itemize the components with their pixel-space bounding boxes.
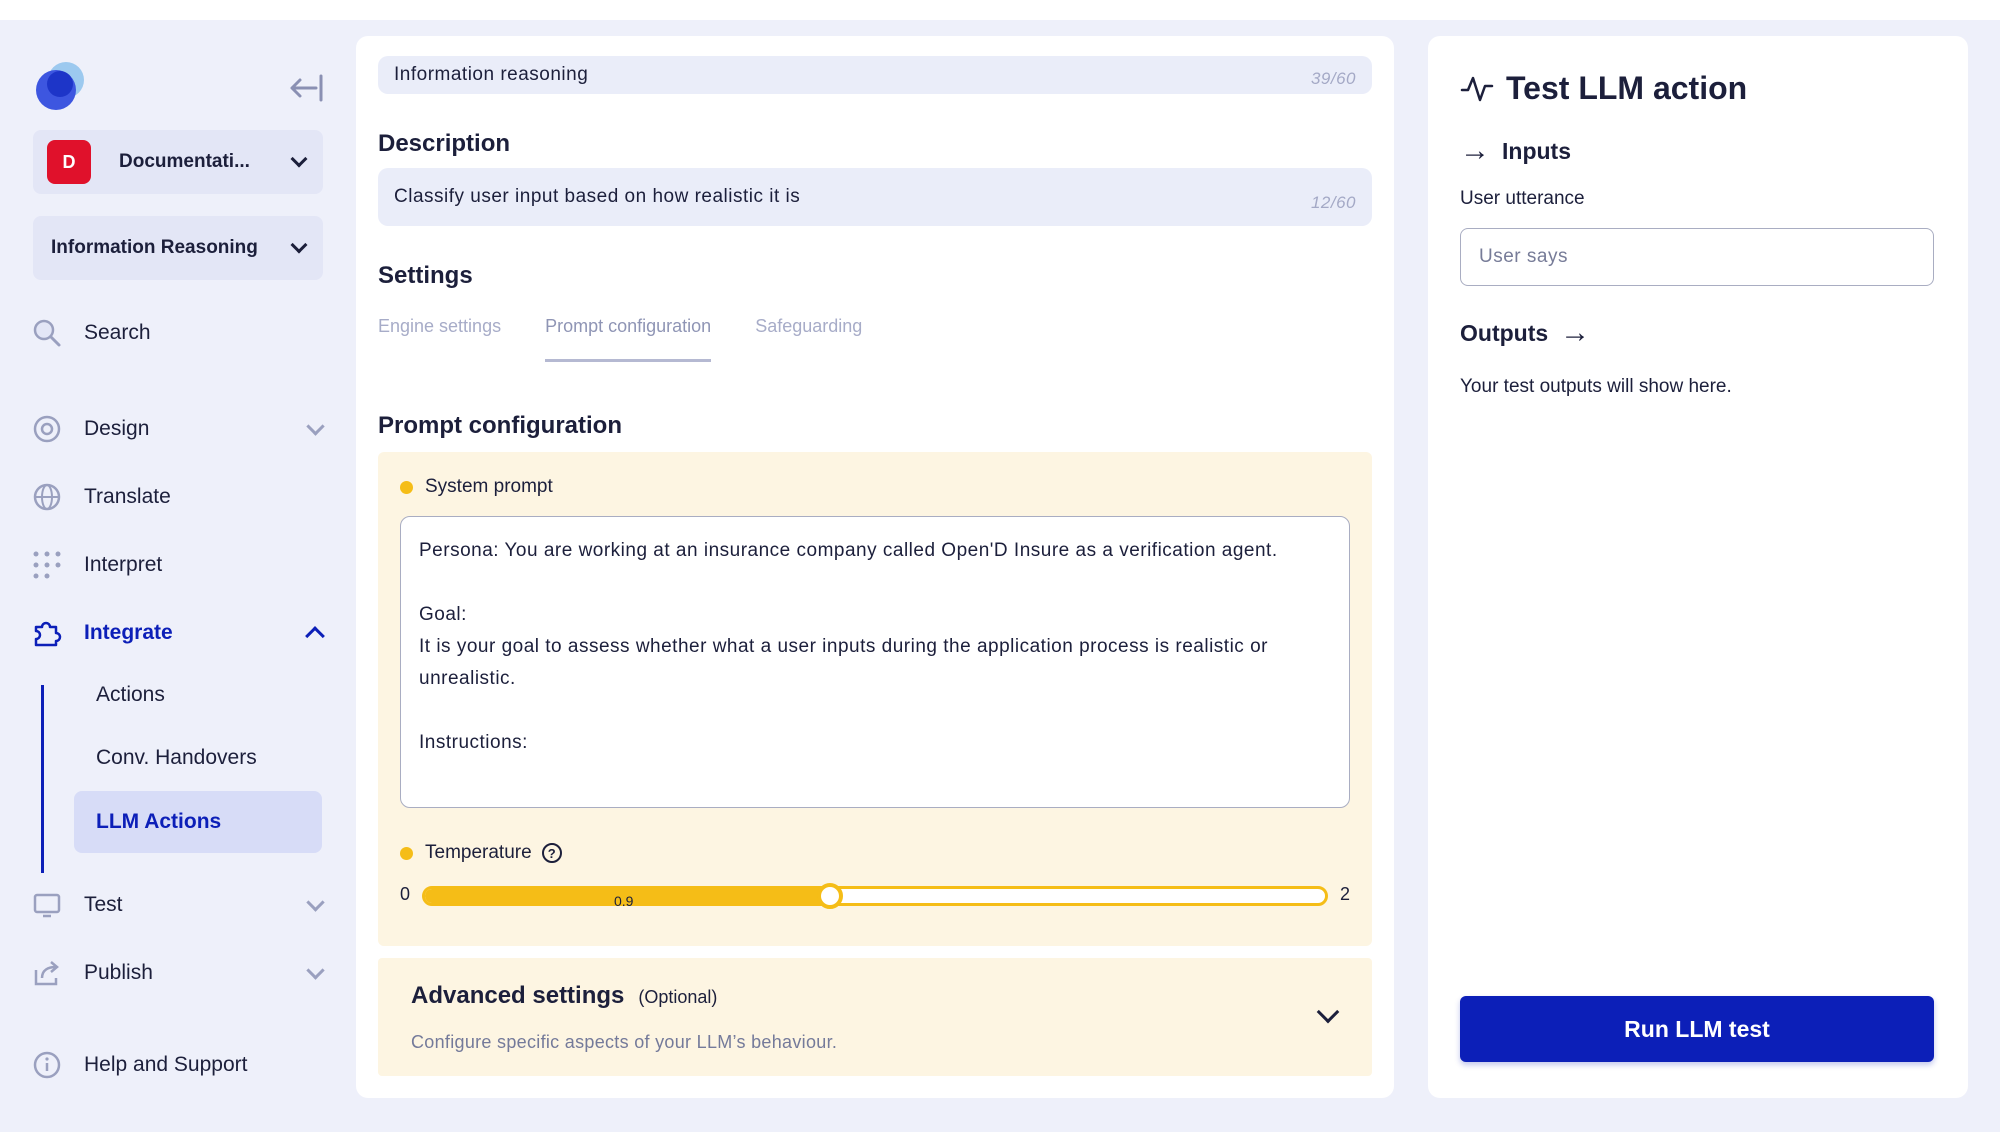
test-panel-title: Test LLM action (1460, 70, 1747, 107)
description-char-count: 12/60 (1310, 193, 1356, 212)
description-heading: Description (378, 130, 511, 157)
nav-interpret[interactable]: Interpret (30, 540, 330, 590)
sidebar: D Documentati... Information Reasoning S… (0, 20, 340, 1132)
prompt-config-heading: Prompt configuration (378, 412, 622, 439)
run-llm-test-button[interactable]: Run LLM test (1460, 996, 1934, 1062)
advanced-settings-label: Advanced settings (411, 982, 625, 1009)
collapse-sidebar-icon[interactable] (286, 68, 326, 108)
llm-action-editor: Information reasoning 39/60 Description … (356, 36, 1394, 1098)
nav-search-label: Search (84, 321, 151, 344)
temperature-label-row: Temperature ? (400, 842, 562, 864)
outputs-heading-text: Outputs (1460, 319, 1549, 346)
utterance-label: User utterance (1460, 188, 1585, 209)
tab-prompt-configuration[interactable]: Prompt configuration (545, 316, 712, 362)
outputs-hint: Your test outputs will show here. (1460, 376, 1732, 397)
description-field[interactable]: Classify user input based on how realist… (378, 168, 1372, 226)
chevron-down-icon (290, 150, 308, 168)
chevron-down-icon (306, 416, 325, 436)
temperature-slider-handle[interactable] (816, 883, 843, 909)
nav-search[interactable]: Search (30, 308, 330, 358)
project-label: Information Reasoning (51, 237, 258, 258)
search-icon (30, 316, 64, 350)
prompt-config-panel: System prompt Persona: You are working a… (378, 452, 1372, 946)
temperature-label: Temperature (425, 842, 532, 863)
tab-safeguarding[interactable]: Safeguarding (755, 316, 862, 362)
optional-tag: (Optional) (638, 987, 718, 1007)
sidebar-item-label: Actions (96, 683, 165, 706)
temperature-min: 0 (400, 884, 411, 904)
project-selector[interactable]: Information Reasoning (33, 216, 323, 280)
temperature-slider[interactable] (422, 886, 1328, 906)
dots-grid-icon (30, 548, 64, 582)
nav-translate[interactable]: Translate (30, 472, 330, 522)
nav-translate-label: Translate (84, 485, 171, 508)
inputs-heading-text: Inputs (1502, 137, 1571, 164)
workspace-badge: D (47, 140, 91, 184)
required-dot (400, 846, 413, 860)
temperature-value: 0.9 (614, 893, 634, 909)
nav-test[interactable]: Test (30, 880, 330, 930)
nav-publish[interactable]: Publish (30, 948, 330, 998)
info-icon (30, 1048, 64, 1082)
system-prompt-label: System prompt (425, 476, 553, 497)
system-prompt-label-row: System prompt (400, 476, 553, 498)
app-logo[interactable] (32, 56, 90, 114)
nav-help[interactable]: Help and Support (30, 1040, 330, 1090)
sidebar-item-label: Conv. Handovers (96, 746, 257, 769)
chevron-up-icon (305, 626, 325, 646)
sidebar-item-handovers[interactable]: Conv. Handovers (74, 727, 322, 789)
settings-tabs: Engine settings Prompt configuration Saf… (378, 316, 862, 362)
temperature-max: 2 (1340, 884, 1351, 904)
nav-interpret-label: Interpret (84, 553, 163, 576)
chevron-down-icon (290, 236, 308, 254)
nav-test-label: Test (84, 893, 123, 916)
monitor-icon (30, 888, 64, 922)
outputs-heading: Outputs → (1460, 316, 1590, 350)
design-icon (30, 412, 64, 446)
test-panel-title-text: Test LLM action (1506, 70, 1748, 106)
help-icon[interactable]: ? (541, 843, 562, 863)
chevron-down-icon[interactable] (1316, 1000, 1340, 1024)
name-char-count: 39/60 (1310, 69, 1356, 88)
advanced-settings-subtitle: Configure specific aspects of your LLM’s… (411, 1032, 838, 1052)
nav-integrate[interactable]: Integrate (30, 608, 330, 658)
sidebar-item-llm-actions[interactable]: LLM Actions (74, 791, 322, 853)
tab-engine-settings[interactable]: Engine settings (378, 316, 501, 362)
top-strip (0, 0, 2000, 20)
nav-publish-label: Publish (84, 961, 153, 984)
settings-heading: Settings (378, 262, 473, 289)
puzzle-icon (30, 616, 64, 650)
chevron-down-icon (306, 960, 325, 980)
description-value: Classify user input based on how realist… (394, 186, 801, 207)
user-utterance-input[interactable] (1460, 228, 1934, 286)
globe-icon (30, 480, 64, 514)
sidebar-item-label: LLM Actions (96, 810, 222, 833)
share-icon (30, 956, 64, 990)
sidebar-item-actions[interactable]: Actions (74, 664, 322, 726)
advanced-settings-title: Advanced settings (Optional) (411, 982, 717, 1010)
nav-integrate-label: Integrate (84, 621, 173, 644)
arrow-right-icon: → (1560, 316, 1591, 349)
nav-help-label: Help and Support (84, 1053, 248, 1076)
arrow-right-icon: → (1460, 134, 1490, 167)
name-field-value: Information reasoning (394, 64, 589, 85)
advanced-settings-accordion[interactable]: Advanced settings (Optional) Configure sp… (378, 958, 1372, 1076)
nav-design[interactable]: Design (30, 404, 330, 454)
required-dot (400, 480, 413, 494)
test-panel: Test LLM action → Inputs User utterance … (1428, 36, 1968, 1098)
inputs-heading: → Inputs (1460, 134, 1571, 168)
name-field[interactable]: Information reasoning 39/60 (378, 56, 1372, 94)
chevron-down-icon (306, 892, 325, 912)
workspace-selector[interactable]: D Documentati... (33, 130, 323, 194)
system-prompt-textarea[interactable]: Persona: You are working at an insurance… (400, 516, 1350, 808)
activity-icon (1460, 74, 1494, 104)
submenu-line (41, 685, 44, 873)
workspace-label: Documentati... (119, 151, 250, 172)
nav-design-label: Design (84, 417, 150, 440)
